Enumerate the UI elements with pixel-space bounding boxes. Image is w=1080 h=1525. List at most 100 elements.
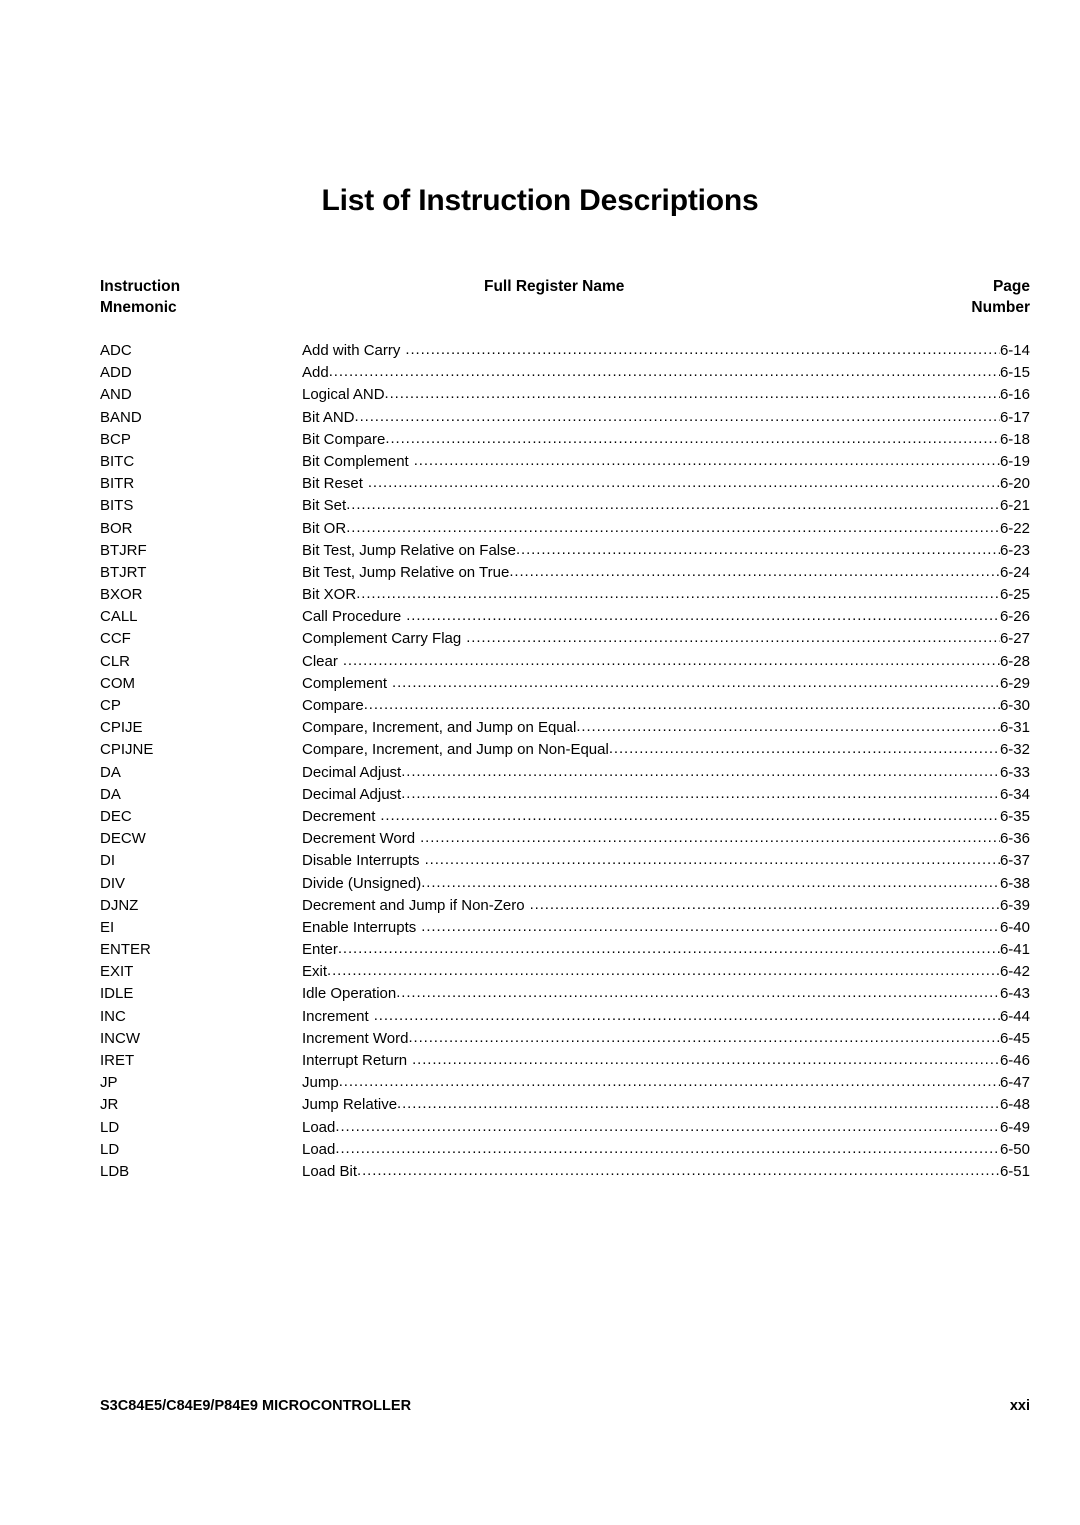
instruction-description: Bit Test, Jump Relative on False bbox=[302, 541, 516, 559]
dot-leader bbox=[363, 473, 1000, 494]
instruction-page-number: 6-37 bbox=[999, 852, 1030, 870]
instruction-description-wrap: Call Procedure 6-26 bbox=[302, 606, 1030, 628]
instruction-description: Bit OR bbox=[302, 519, 347, 537]
dot-leader bbox=[401, 784, 1000, 805]
instruction-page-number: 6-20 bbox=[999, 475, 1030, 493]
instruction-page-number: 6-45 bbox=[999, 1029, 1030, 1047]
instruction-page-number: 6-35 bbox=[999, 807, 1030, 825]
instruction-description-wrap: Compare, Increment, and Jump on Equal 6-3… bbox=[302, 717, 1030, 739]
instruction-description: Clear bbox=[302, 652, 338, 670]
dot-leader bbox=[407, 1050, 1000, 1071]
instruction-description-wrap: Compare, Increment, and Jump on Non-Equa… bbox=[302, 739, 1030, 761]
instruction-page-number: 6-29 bbox=[999, 674, 1030, 692]
instruction-description-wrap: Bit Test, Jump Relative on False 6-23 bbox=[302, 540, 1030, 562]
instruction-entry: CPIJNE Compare, Increment, and Jump on No… bbox=[100, 739, 1030, 761]
instruction-page-number: 6-49 bbox=[999, 1118, 1030, 1136]
instruction-page-number: 6-42 bbox=[999, 963, 1030, 981]
instruction-description-wrap: Idle Operation 6-43 bbox=[302, 983, 1030, 1005]
dot-leader bbox=[339, 1072, 1000, 1093]
instruction-entry: DI Disable Interrupts 6-37 bbox=[100, 850, 1030, 872]
instruction-entry: JR Jump Relative 6-48 bbox=[100, 1094, 1030, 1116]
instruction-entry: EI Enable Interrupts 6-40 bbox=[100, 917, 1030, 939]
instruction-description-wrap: Bit Set 6-21 bbox=[302, 495, 1030, 517]
instruction-description-wrap: Bit Test, Jump Relative on True 6-24 bbox=[302, 562, 1030, 584]
instruction-page-number: 6-48 bbox=[999, 1096, 1030, 1114]
dot-leader bbox=[375, 806, 1000, 827]
instruction-list: ADC Add with Carry 6-14 ADD Add 6-15 AND Logica… bbox=[100, 340, 1030, 1183]
instruction-mnemonic: BTJRT bbox=[100, 563, 147, 581]
instruction-page-number: 6-32 bbox=[999, 741, 1030, 759]
dot-leader bbox=[346, 495, 1000, 516]
instruction-entry: CP Compare 6-30 bbox=[100, 695, 1030, 717]
dot-leader bbox=[396, 983, 1000, 1004]
instruction-mnemonic: LD bbox=[100, 1118, 120, 1136]
instruction-mnemonic: BTJRF bbox=[100, 541, 147, 559]
instruction-description: Bit XOR bbox=[302, 586, 357, 604]
instruction-description-wrap: Add with Carry 6-14 bbox=[302, 340, 1030, 362]
instruction-entry: LD Load 6-50 bbox=[100, 1139, 1030, 1161]
instruction-description: Increment Word bbox=[302, 1029, 409, 1047]
instruction-description: Decrement Word bbox=[302, 830, 416, 848]
instruction-page-number: 6-46 bbox=[999, 1052, 1030, 1069]
instruction-mnemonic: CALL bbox=[100, 608, 138, 626]
instruction-description: Load bbox=[302, 1118, 336, 1136]
instruction-description-wrap: Exit 6-42 bbox=[302, 961, 1030, 983]
instruction-entry: AND Logical AND 6-16 bbox=[100, 384, 1030, 406]
instruction-entry: DIV Divide (Unsigned) 6-38 bbox=[100, 873, 1030, 895]
instruction-mnemonic: BOR bbox=[100, 519, 133, 537]
dot-leader bbox=[416, 917, 1000, 938]
instruction-description-wrap: Divide (Unsigned) 6-38 bbox=[302, 873, 1030, 895]
instruction-description-wrap: Decrement Word 6-36 bbox=[302, 828, 1030, 850]
instruction-entry: BCP Bit Compare 6-18 bbox=[100, 429, 1030, 451]
instruction-page-number: 6-24 bbox=[999, 563, 1030, 581]
instruction-description-wrap: Clear 6-28 bbox=[302, 651, 1030, 673]
instruction-page-number: 6-34 bbox=[999, 785, 1030, 803]
instruction-entry: DEC Decrement 6-35 bbox=[100, 806, 1030, 828]
instruction-description-wrap: Logical AND 6-16 bbox=[302, 384, 1030, 406]
instruction-description: Complement Carry Flag bbox=[302, 630, 462, 648]
instruction-entry: DA Decimal Adjust 6-34 bbox=[100, 784, 1030, 806]
instruction-description-wrap: Bit AND 6-17 bbox=[302, 407, 1030, 429]
instruction-mnemonic: COM bbox=[100, 674, 135, 692]
instruction-mnemonic: BCP bbox=[100, 430, 131, 448]
dot-leader bbox=[346, 518, 1000, 539]
instruction-mnemonic: CPIJE bbox=[100, 719, 143, 737]
instruction-description: Bit Test, Jump Relative on True bbox=[302, 563, 510, 581]
instruction-page-number: 6-28 bbox=[999, 652, 1030, 670]
instruction-description: Compare, Increment, and Jump on Non-Equa… bbox=[302, 741, 609, 759]
instruction-page-number: 6-18 bbox=[999, 430, 1030, 448]
instruction-description-wrap: Load Bit 6-51 bbox=[302, 1161, 1030, 1183]
instruction-entry: ADD Add 6-15 bbox=[100, 362, 1030, 384]
dot-leader bbox=[461, 628, 1000, 649]
instruction-page-number: 6-39 bbox=[999, 896, 1030, 914]
instruction-description: Compare, Increment, and Jump on Equal bbox=[302, 719, 577, 737]
instruction-page-number: 6-17 bbox=[999, 408, 1030, 426]
instruction-mnemonic: CP bbox=[100, 697, 121, 714]
instruction-description-wrap: Compare 6-30 bbox=[302, 695, 1030, 717]
dot-leader bbox=[364, 695, 1000, 716]
instruction-mnemonic: ADC bbox=[100, 342, 132, 359]
dot-leader bbox=[401, 762, 1000, 783]
instruction-page-number: 6-14 bbox=[999, 342, 1030, 359]
instruction-description: Disable Interrupts bbox=[302, 852, 420, 870]
instruction-entry: INCW Increment Word 6-45 bbox=[100, 1028, 1030, 1050]
instruction-entry: ENTER Enter 6-41 bbox=[100, 939, 1030, 961]
dot-leader bbox=[516, 540, 1000, 561]
instruction-description-wrap: Bit Complement 6-19 bbox=[302, 451, 1030, 473]
instruction-description: Bit AND bbox=[302, 408, 355, 426]
instruction-page-number: 6-40 bbox=[999, 918, 1030, 936]
dot-leader bbox=[609, 739, 1000, 760]
dot-leader bbox=[421, 873, 1000, 894]
instruction-description: Call Procedure bbox=[302, 608, 402, 626]
instruction-description-wrap: Increment Word 6-45 bbox=[302, 1028, 1030, 1050]
instruction-mnemonic: LD bbox=[100, 1140, 120, 1158]
instruction-description: Exit bbox=[302, 963, 328, 981]
instruction-mnemonic: DJNZ bbox=[100, 896, 139, 914]
instruction-description-wrap: Decrement and Jump if Non-Zero 6-39 bbox=[302, 895, 1030, 917]
instruction-entry: CCF Complement Carry Flag 6-27 bbox=[100, 628, 1030, 650]
dot-leader bbox=[356, 584, 1000, 605]
column-header-full-register-name: Full Register Name bbox=[484, 278, 625, 295]
instruction-page-number: 6-27 bbox=[999, 630, 1030, 648]
dot-leader bbox=[327, 961, 1000, 982]
instruction-description: Bit Set bbox=[302, 497, 347, 515]
